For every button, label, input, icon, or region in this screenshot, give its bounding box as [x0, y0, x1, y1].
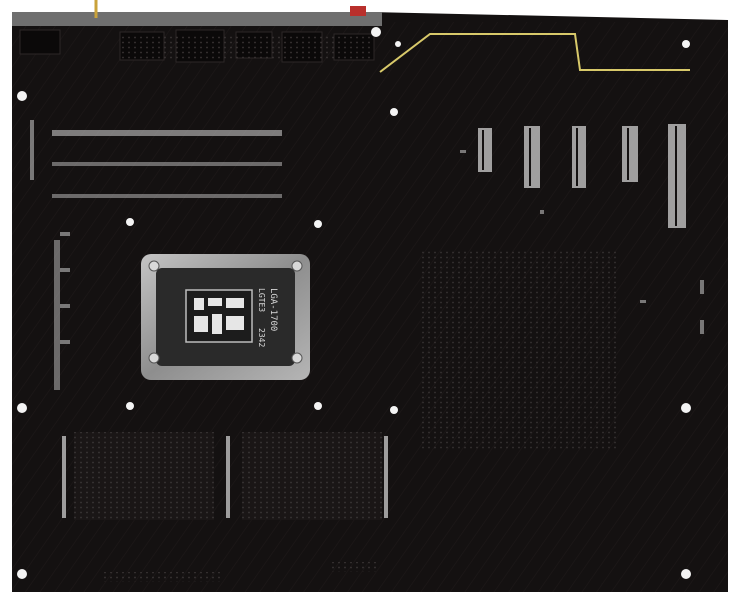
socket-pad-marks — [194, 298, 244, 334]
cpu-backplate: LGA-1700 LGTE3 2342 — [141, 254, 310, 380]
backplate-label-code: LGTE3 — [257, 288, 266, 312]
backplate-screw — [291, 260, 303, 272]
bottom-header-pins — [100, 572, 220, 582]
io-bracket-red-tab — [350, 6, 366, 16]
backplate-label-model: LGA-1700 — [268, 288, 278, 331]
backplate-label-date: 2342 — [257, 328, 266, 347]
motherboard-photo: LGA-1700 LGTE3 2342 — [12, 0, 728, 592]
backplate-screw — [148, 352, 160, 364]
io-bracket — [12, 12, 382, 26]
bottom-header-pins-2 — [330, 562, 380, 572]
backplate-screw — [291, 352, 303, 364]
chipset-area — [420, 250, 620, 450]
backplate-screw — [148, 260, 160, 272]
io-pin-dots — [120, 36, 372, 60]
